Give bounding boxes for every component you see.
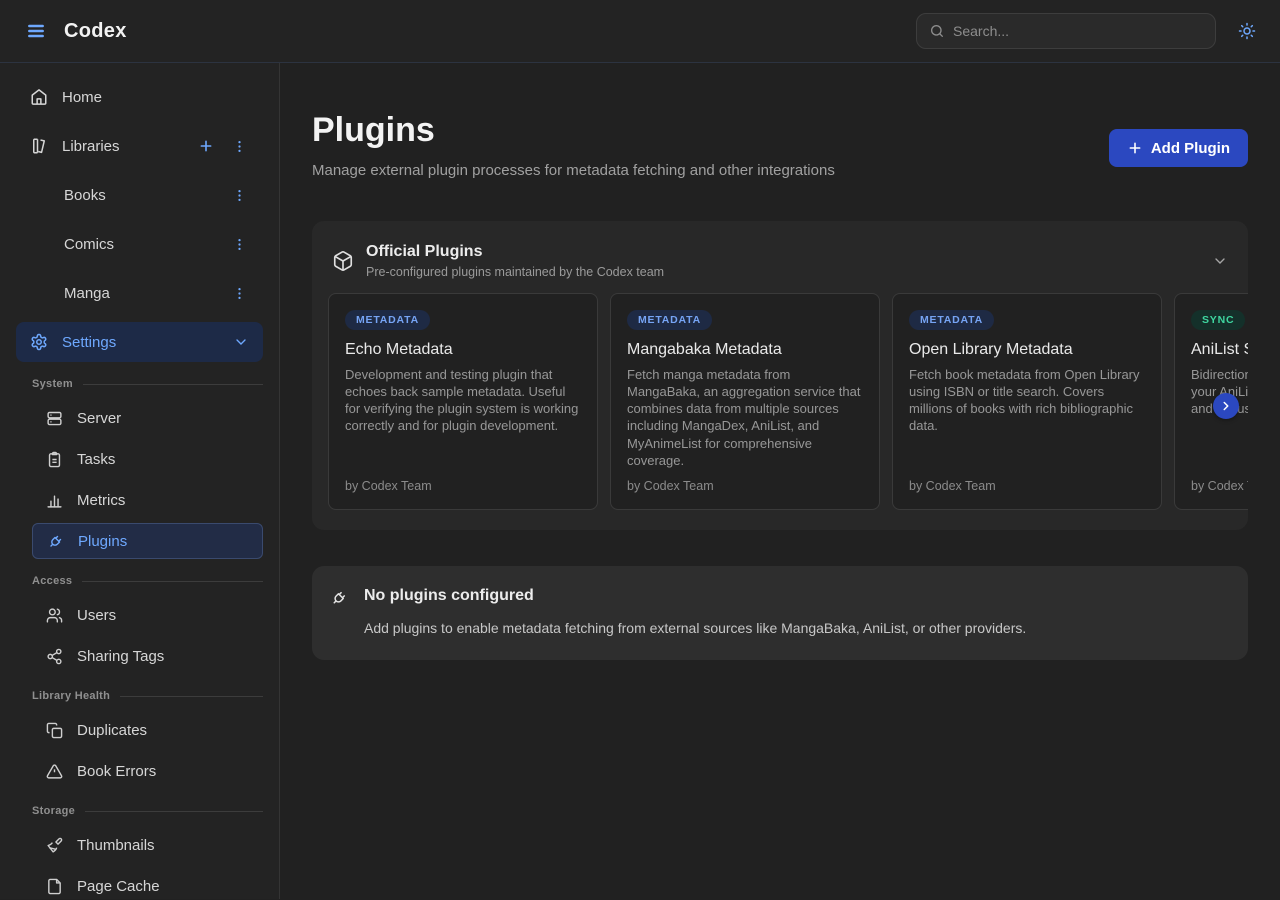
search-icon	[929, 23, 945, 39]
users-icon	[46, 607, 63, 624]
sidebar-item-label: Metrics	[77, 492, 125, 509]
sidebar-item-label: Tasks	[77, 451, 115, 468]
sidebar-item-books[interactable]: Books	[16, 175, 263, 215]
sidebar-item-thumbnails[interactable]: Thumbnails	[32, 827, 263, 863]
plugin-author: by Codex Team	[627, 479, 863, 493]
plugin-card-echo-metadata[interactable]: METADATA Echo Metadata Development and t…	[328, 293, 598, 510]
sidebar-item-label: Users	[77, 607, 116, 624]
kebab-icon[interactable]	[230, 284, 249, 303]
plugin-card-mangabaka-metadata[interactable]: METADATA Mangabaka Metadata Fetch manga …	[610, 293, 880, 510]
plugin-name: AniList Sync	[1191, 341, 1248, 359]
sidebar-item-label: Book Errors	[77, 763, 156, 780]
kebab-icon[interactable]	[230, 186, 249, 205]
sidebar-item-users[interactable]: Users	[32, 597, 263, 633]
chevron-down-icon	[233, 334, 249, 350]
sidebar-item-plugins[interactable]: Plugins	[32, 523, 263, 559]
metadata-badge: METADATA	[627, 310, 712, 330]
server-icon	[46, 410, 63, 427]
official-plugins-header[interactable]: Official Plugins Pre-configured plugins …	[312, 221, 1248, 291]
search-box[interactable]	[916, 13, 1216, 49]
sidebar-section-storage: Storage	[32, 805, 263, 817]
sun-icon[interactable]	[1234, 18, 1260, 44]
sidebar-item-label: Page Cache	[77, 878, 160, 895]
sidebar-section-system: System	[32, 378, 263, 390]
home-icon	[30, 88, 48, 106]
plugin-name: Echo Metadata	[345, 341, 581, 359]
plus-icon[interactable]	[196, 136, 216, 156]
sidebar-item-sharing-tags[interactable]: Sharing Tags	[32, 638, 263, 674]
file-icon	[46, 878, 63, 895]
sidebar-item-server[interactable]: Server	[32, 400, 263, 436]
gear-icon	[30, 333, 48, 351]
plugin-card-row: METADATA Echo Metadata Development and t…	[312, 291, 1248, 530]
sidebar-item-label: Settings	[62, 334, 116, 351]
plugin-description: Fetch book metadata from Open Library us…	[909, 366, 1145, 435]
app-title: Codex	[64, 20, 127, 43]
sidebar-item-duplicates[interactable]: Duplicates	[32, 712, 263, 748]
sidebar-section-library-health: Library Health	[32, 690, 263, 702]
sidebar-item-label: Comics	[64, 236, 114, 253]
sidebar-item-label: Duplicates	[77, 722, 147, 739]
sidebar-item-label: Server	[77, 410, 121, 427]
plug-icon	[330, 589, 364, 607]
kebab-icon[interactable]	[230, 137, 249, 156]
plugin-name: Open Library Metadata	[909, 341, 1145, 359]
clipboard-icon	[46, 451, 63, 468]
kebab-icon[interactable]	[230, 235, 249, 254]
sidebar-item-label: Plugins	[78, 533, 127, 550]
top-bar: Codex	[0, 0, 1280, 63]
plugin-author: by Codex Team	[345, 479, 581, 493]
alert-triangle-icon	[46, 763, 63, 780]
sidebar-section-access: Access	[32, 575, 263, 587]
plugin-description: Development and testing plugin that echo…	[345, 366, 581, 435]
sidebar-item-metrics[interactable]: Metrics	[32, 482, 263, 518]
sidebar-item-label: Books	[64, 187, 106, 204]
sidebar-item-label: Sharing Tags	[77, 648, 164, 665]
empty-state-description: Add plugins to enable metadata fetching …	[364, 620, 1224, 636]
share-icon	[46, 648, 63, 665]
sync-badge: SYNC	[1191, 310, 1245, 330]
plugin-author: by Codex Team	[909, 479, 1145, 493]
package-icon	[332, 250, 354, 272]
sidebar-item-settings[interactable]: Settings	[16, 322, 263, 362]
sidebar-item-home[interactable]: Home	[16, 77, 263, 117]
official-plugins-section: Official Plugins Pre-configured plugins …	[312, 221, 1248, 530]
official-plugins-title: Official Plugins	[366, 243, 664, 261]
copy-icon	[46, 722, 63, 739]
menu-icon[interactable]	[20, 15, 52, 47]
main-content: Plugins Manage external plugin processes…	[280, 63, 1280, 899]
official-plugins-subtitle: Pre-configured plugins maintained by the…	[366, 265, 664, 279]
page-subtitle: Manage external plugin processes for met…	[312, 162, 835, 179]
page-title: Plugins	[312, 111, 835, 150]
search-input[interactable]	[953, 23, 1203, 39]
sidebar-item-label: Thumbnails	[77, 837, 155, 854]
plugin-card-open-library-metadata[interactable]: METADATA Open Library Metadata Fetch boo…	[892, 293, 1162, 510]
chevron-right-icon	[1219, 399, 1233, 413]
paintbrush-icon	[46, 837, 63, 854]
plus-icon	[1127, 140, 1143, 156]
sidebar-item-comics[interactable]: Comics	[16, 224, 263, 264]
plugin-description: Fetch manga metadata from MangaBaka, an …	[627, 366, 863, 469]
plugin-author: by Codex Team	[1191, 479, 1248, 493]
sidebar-item-label: Home	[62, 89, 102, 106]
sidebar-item-label: Manga	[64, 285, 110, 302]
sidebar-item-tasks[interactable]: Tasks	[32, 441, 263, 477]
metadata-badge: METADATA	[345, 310, 430, 330]
sidebar: Home Libraries Books Comics	[0, 63, 280, 899]
sidebar-item-manga[interactable]: Manga	[16, 273, 263, 313]
sidebar-item-page-cache[interactable]: Page Cache	[32, 868, 263, 899]
add-plugin-button[interactable]: Add Plugin	[1109, 129, 1248, 167]
plugin-name: Mangabaka Metadata	[627, 341, 863, 359]
empty-state-title: No plugins configured	[364, 587, 1224, 607]
metadata-badge: METADATA	[909, 310, 994, 330]
bar-chart-icon	[46, 492, 63, 509]
no-plugins-empty-state: No plugins configured Add plugins to ena…	[312, 566, 1248, 660]
sidebar-item-libraries[interactable]: Libraries	[16, 126, 263, 166]
carousel-next-button[interactable]	[1213, 393, 1239, 419]
sidebar-item-label: Libraries	[62, 138, 120, 155]
chevron-down-icon[interactable]	[1212, 253, 1228, 269]
sidebar-item-book-errors[interactable]: Book Errors	[32, 753, 263, 789]
plug-icon	[47, 533, 64, 550]
library-icon	[30, 137, 48, 155]
